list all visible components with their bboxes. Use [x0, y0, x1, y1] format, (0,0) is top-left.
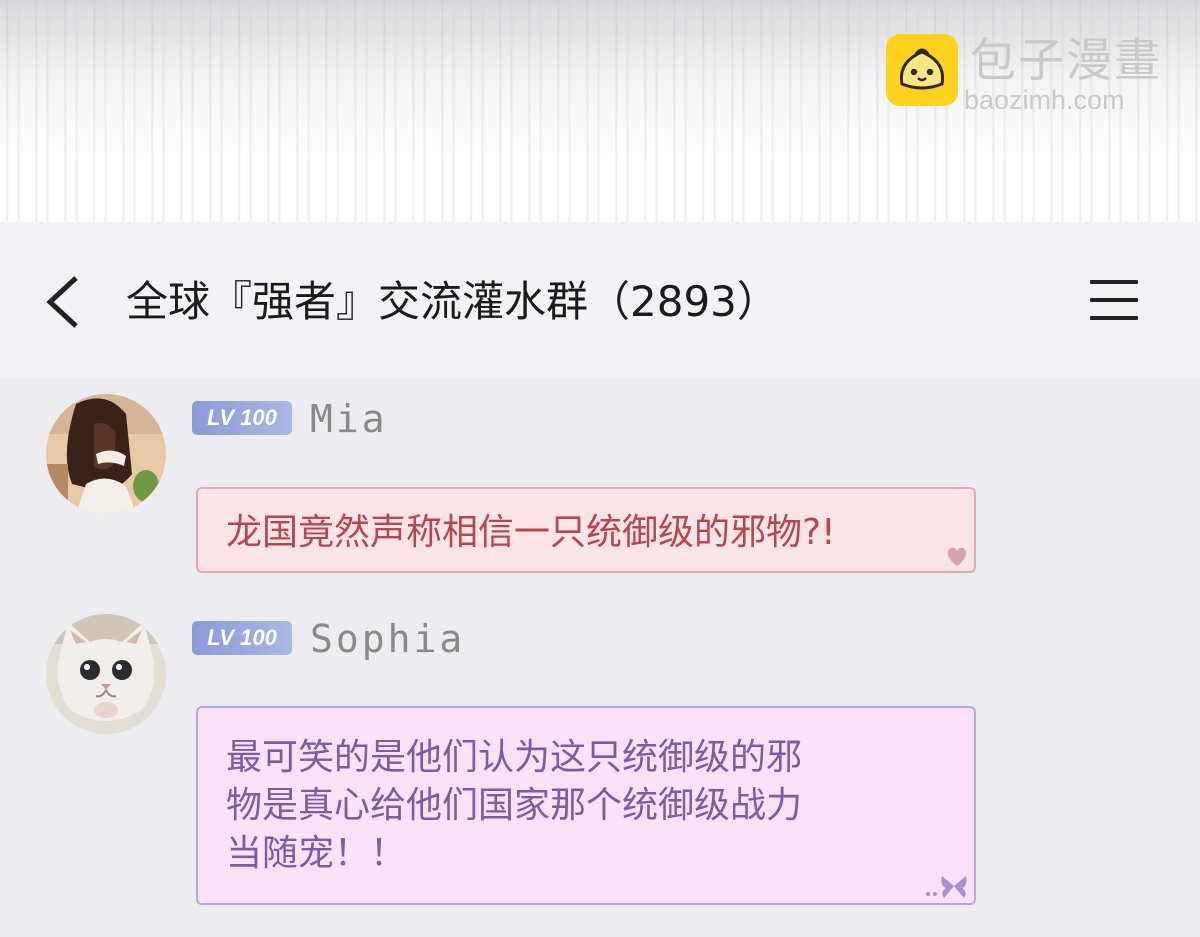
- avatar-mia[interactable]: [46, 394, 166, 514]
- bun-face-icon: [886, 34, 958, 106]
- message-text-line: 物是真心给他们国家那个统御级战力: [226, 785, 803, 826]
- butterfly-icon: [926, 876, 967, 898]
- heart-icon: [947, 547, 967, 566]
- message-text-line: 最可笑的是他们认为这只统御级的邪: [226, 737, 803, 778]
- username-sophia[interactable]: Sophia: [310, 617, 465, 661]
- level-badge: LV 100: [192, 401, 292, 435]
- message-text-line: 当随宠！！: [226, 833, 407, 874]
- message-text: 龙国竟然声称相信一只统御级的邪物?!: [226, 512, 836, 553]
- username-mia[interactable]: Mia: [310, 397, 388, 441]
- group-title: 全球『强者』交流灌水群（2893）: [126, 277, 779, 326]
- chat-header: 全球『强者』交流灌水群（2893）: [0, 222, 1200, 378]
- chevron-left-icon: [46, 276, 78, 328]
- watermark-brand-name: 包子漫畫: [970, 33, 1162, 87]
- level-badge: LV 100: [192, 621, 292, 655]
- menu-button[interactable]: [1088, 278, 1140, 322]
- back-button[interactable]: [40, 272, 90, 332]
- message-bubble-sophia[interactable]: 最可笑的是他们认为这只统御级的邪 物是真心给他们国家那个统御级战力 当随宠！！: [196, 706, 976, 905]
- watermark-brand-url: baozimh.com: [964, 85, 1125, 115]
- avatar-sophia[interactable]: [46, 614, 166, 734]
- message-bubble-mia[interactable]: 龙国竟然声称相信一只统御级的邪物?!: [196, 487, 976, 573]
